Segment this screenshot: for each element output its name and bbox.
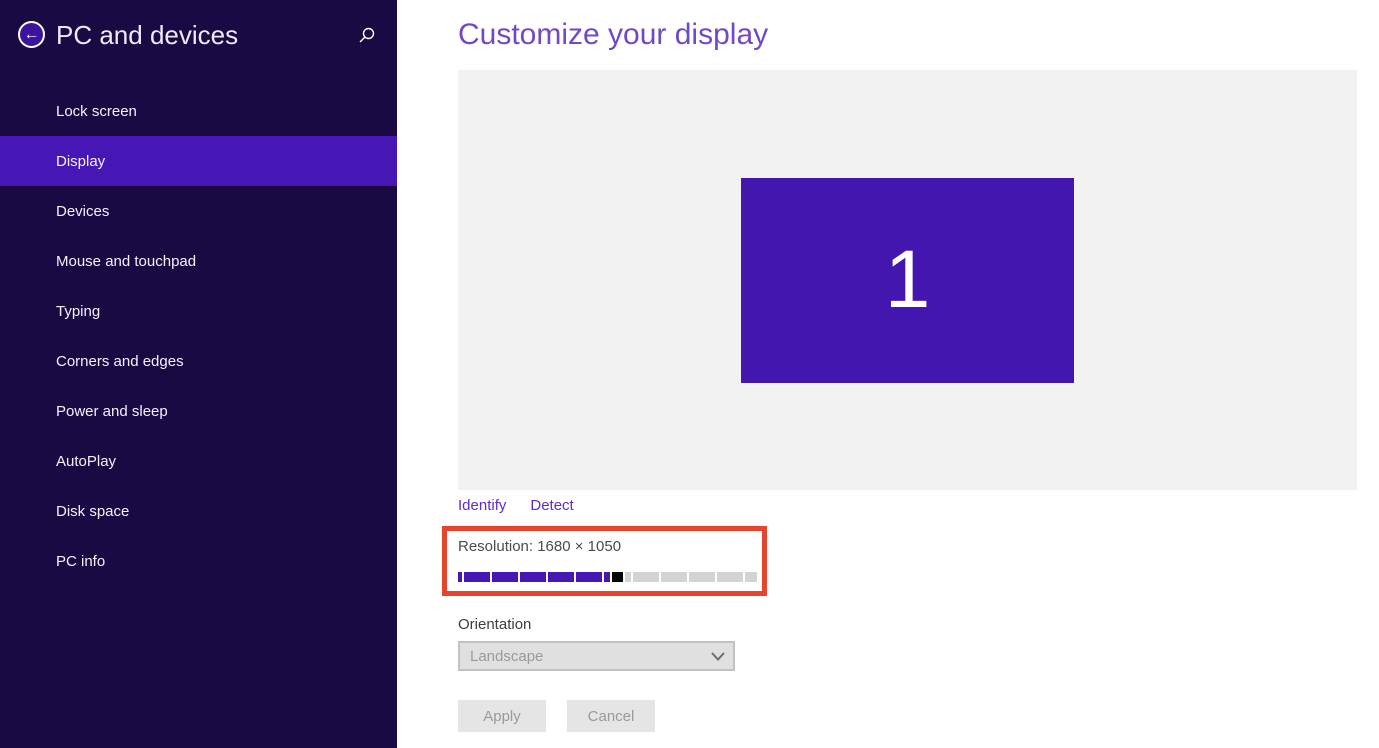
slider-segment (604, 572, 610, 582)
settings-sidebar: ← PC and devices Lock screen Display Dev… (0, 0, 397, 748)
sidebar-item-mouse-and-touchpad[interactable]: Mouse and touchpad (0, 236, 397, 286)
search-icon (359, 27, 375, 43)
display-preview-area: 1 (458, 70, 1357, 490)
slider-segment (745, 572, 757, 582)
slider-segment (548, 572, 574, 582)
sidebar-item-power-and-sleep[interactable]: Power and sleep (0, 386, 397, 436)
sidebar-nav: Lock screen Display Devices Mouse and to… (0, 86, 397, 586)
orientation-dropdown[interactable]: Landscape (458, 641, 735, 671)
slider-segment (520, 572, 546, 582)
detect-link[interactable]: Detect (530, 497, 573, 514)
monitor-1-preview[interactable]: 1 (741, 178, 1074, 383)
slider-segment (492, 572, 518, 582)
sidebar-item-lock-screen[interactable]: Lock screen (0, 86, 397, 136)
sidebar-item-pc-info[interactable]: PC info (0, 536, 397, 586)
sidebar-header: ← PC and devices (0, 0, 397, 86)
monitor-number-label: 1 (885, 233, 931, 327)
sidebar-item-autoplay[interactable]: AutoPlay (0, 436, 397, 486)
search-button[interactable] (359, 27, 375, 43)
slider-segment (576, 572, 602, 582)
slider-segment (717, 572, 743, 582)
slider-segment (633, 572, 659, 582)
action-buttons-row: Apply Cancel (458, 700, 655, 732)
orientation-label: Orientation (458, 616, 531, 633)
resolution-label: Resolution: 1680 × 1050 (458, 538, 621, 555)
back-button[interactable]: ← (18, 21, 45, 48)
slider-segment (625, 572, 631, 582)
sidebar-item-disk-space[interactable]: Disk space (0, 486, 397, 536)
cancel-button[interactable]: Cancel (567, 700, 655, 732)
sidebar-item-display[interactable]: Display (0, 136, 397, 186)
slider-segment (689, 572, 715, 582)
slider-thumb[interactable] (612, 572, 623, 582)
red-annotation-highlight (442, 526, 767, 596)
sidebar-item-devices[interactable]: Devices (0, 186, 397, 236)
apply-button[interactable]: Apply (458, 700, 546, 732)
display-settings-panel: Customize your display 1 Identify Detect… (458, 0, 1357, 748)
sidebar-item-typing[interactable]: Typing (0, 286, 397, 336)
arrow-left-icon: ← (24, 27, 40, 43)
slider-segment (464, 572, 490, 582)
resolution-slider[interactable] (458, 572, 757, 582)
sidebar-item-corners-and-edges[interactable]: Corners and edges (0, 336, 397, 386)
identify-link[interactable]: Identify (458, 497, 506, 514)
orientation-dropdown-value: Landscape (460, 648, 703, 665)
slider-segment (458, 572, 462, 582)
chevron-down-icon (703, 652, 733, 661)
page-title: PC and devices (56, 20, 238, 51)
slider-segment (661, 572, 687, 582)
section-heading: Customize your display (458, 18, 768, 52)
display-links-row: Identify Detect (458, 497, 574, 514)
